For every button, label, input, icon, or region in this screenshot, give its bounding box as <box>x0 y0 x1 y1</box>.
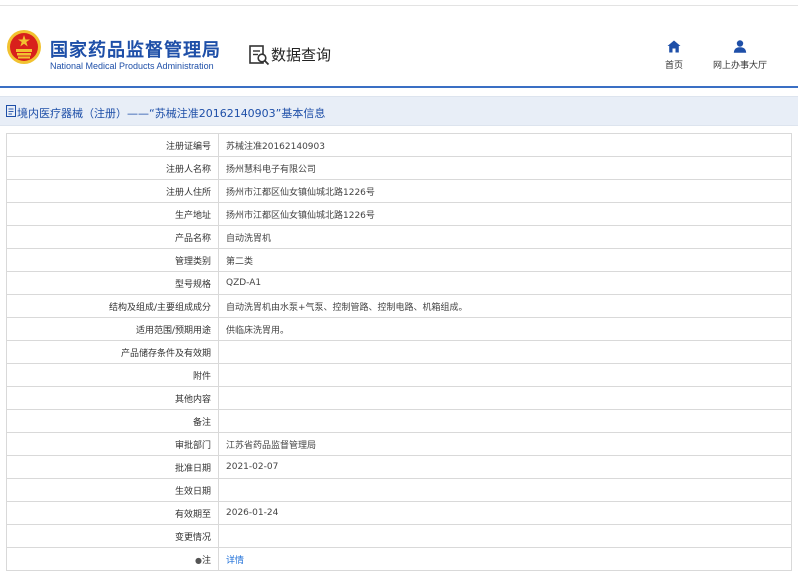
field-label: 审批部门 <box>6 432 219 456</box>
field-value: 扬州市江都区仙女镇仙城北路1226号 <box>218 202 792 226</box>
field-value <box>218 524 792 548</box>
site-header: 国家药品监督管理局 National Medical Products Admi… <box>0 6 798 86</box>
table-row: ●注 详情 <box>6 547 792 571</box>
field-label: 附件 <box>6 363 219 387</box>
table-row: 注册人住所 扬州市江都区仙女镇仙城北路1226号 <box>6 179 792 203</box>
field-label: 注册人住所 <box>6 179 219 203</box>
table-row: 其他内容 <box>6 386 792 410</box>
table-row: 注册人名称 扬州慧科电子有限公司 <box>6 156 792 180</box>
field-value: 江苏省药品监督管理局 <box>218 432 792 456</box>
table-row: 产品储存条件及有效期 <box>6 340 792 364</box>
user-icon <box>733 40 747 53</box>
note-label-cell: ●注 <box>6 547 219 571</box>
field-label: 注册证编号 <box>6 133 219 157</box>
field-value: 苏械注准20162140903 <box>218 133 792 157</box>
document-icon <box>6 105 16 117</box>
field-value <box>218 386 792 410</box>
field-value: QZD-A1 <box>218 271 792 295</box>
nav-home-label: 首页 <box>664 61 683 71</box>
field-label: 产品储存条件及有效期 <box>6 340 219 364</box>
field-label: 生效日期 <box>6 478 219 502</box>
field-value: 供临床洗胃用。 <box>218 317 792 341</box>
table-row: 生产地址 扬州市江都区仙女镇仙城北路1226号 <box>6 202 792 226</box>
field-value: 扬州慧科电子有限公司 <box>218 156 792 180</box>
field-value <box>218 340 792 364</box>
field-value <box>218 363 792 387</box>
field-label: 批准日期 <box>6 455 219 479</box>
table-row: 附件 <box>6 363 792 387</box>
field-label: 其他内容 <box>6 386 219 410</box>
table-row: 结构及组成/主要组成成分 自动洗胃机由水泵+气泵、控制管路、控制电路、机箱组成。 <box>6 294 792 318</box>
agency-name-en: National Medical Products Administration <box>50 61 214 71</box>
data-query-label: 数据查询 <box>271 46 332 64</box>
field-value: 自动洗胃机 <box>218 225 792 249</box>
national-emblem-icon <box>7 30 41 64</box>
details-link[interactable]: 详情 <box>226 556 244 566</box>
table-row: 管理类别 第二类 <box>6 248 792 272</box>
field-label: 变更情况 <box>6 524 219 548</box>
field-label: 注 <box>201 555 211 566</box>
agency-name-cn: 国家药品监督管理局 <box>50 40 221 61</box>
field-value: 第二类 <box>218 248 792 272</box>
field-value: 自动洗胃机由水泵+气泵、控制管路、控制电路、机箱组成。 <box>218 294 792 318</box>
device-info-table: 注册证编号 苏械注准20162140903 注册人名称 扬州慧科电子有限公司 注册人… <box>6 133 792 571</box>
field-value <box>218 478 792 502</box>
nav-online-office[interactable]: 网上办事大厅 <box>705 40 775 71</box>
table-row: 有效期至 2026-01-24 <box>6 501 792 525</box>
field-value: 详情 <box>218 547 792 571</box>
field-value: 2021-02-07 <box>218 455 792 479</box>
record-title: 境内医疗器械（注册）——“苏械注准20162140903”基本信息 <box>17 107 326 120</box>
data-query-icon <box>249 45 270 66</box>
table-row: 适用范围/预期用途 供临床洗胃用。 <box>6 317 792 341</box>
table-row: 备注 <box>6 409 792 433</box>
field-label: 产品名称 <box>6 225 219 249</box>
table-row: 变更情况 <box>6 524 792 548</box>
field-label: 型号规格 <box>6 271 219 295</box>
field-label: 结构及组成/主要组成成分 <box>6 294 219 318</box>
field-value <box>218 409 792 433</box>
field-label: 生产地址 <box>6 202 219 226</box>
field-value: 扬州市江都区仙女镇仙城北路1226号 <box>218 179 792 203</box>
field-value: 2026-01-24 <box>218 501 792 525</box>
table-row: 生效日期 <box>6 478 792 502</box>
table-row: 注册证编号 苏械注准20162140903 <box>6 133 792 157</box>
nav-online-office-label: 网上办事大厅 <box>712 61 767 71</box>
table-row: 产品名称 自动洗胃机 <box>6 225 792 249</box>
field-label: 适用范围/预期用途 <box>6 317 219 341</box>
field-label: 管理类别 <box>6 248 219 272</box>
record-title-bar: 境内医疗器械（注册）——“苏械注准20162140903”基本信息 <box>0 96 798 126</box>
table-row: 审批部门 江苏省药品监督管理局 <box>6 432 792 456</box>
header-divider <box>0 86 798 88</box>
field-label: 有效期至 <box>6 501 219 525</box>
field-label: 注册人名称 <box>6 156 219 180</box>
table-row: 批准日期 2021-02-07 <box>6 455 792 479</box>
nav-home[interactable]: 首页 <box>639 40 709 71</box>
home-icon <box>667 40 681 53</box>
table-row: 型号规格 QZD-A1 <box>6 271 792 295</box>
tip-icon: ● <box>195 555 202 565</box>
field-label: 备注 <box>6 409 219 433</box>
